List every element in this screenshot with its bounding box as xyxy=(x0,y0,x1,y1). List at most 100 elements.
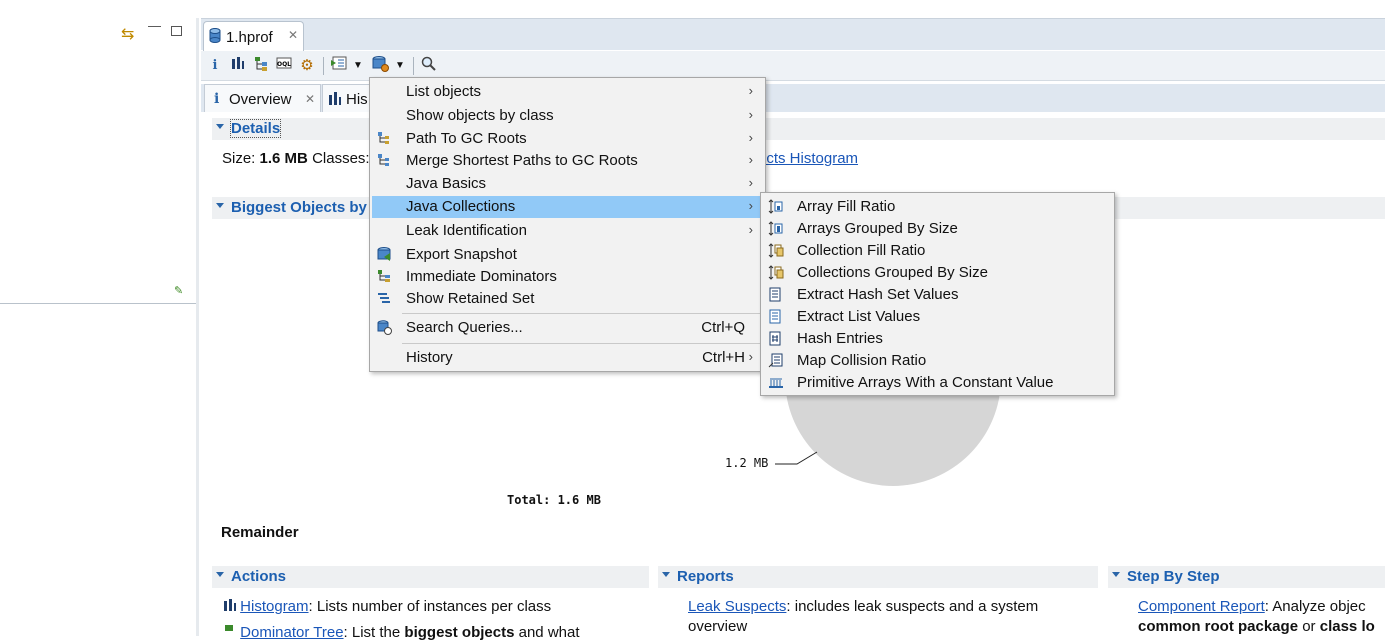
menu-item-label: Collections Grouped By Size xyxy=(797,264,988,281)
submenu-item-map-collision-ratio[interactable]: Map Collision Ratio xyxy=(763,350,1112,372)
reports-section-header[interactable]: Reports xyxy=(658,566,1098,588)
biggest-objects-title: Biggest Objects by xyxy=(231,199,367,216)
menu-item-label: Merge Shortest Paths to GC Roots xyxy=(406,152,638,169)
submenu-arrow-icon: › xyxy=(748,130,753,145)
menu-item-label: Export Snapshot xyxy=(406,246,517,263)
hash-entries-icon xyxy=(768,331,782,350)
submenu-item-array-fill-ratio[interactable]: Array Fill Ratio xyxy=(763,196,1112,218)
expand-arrow-icon xyxy=(1112,572,1120,577)
menu-item-leak-identification[interactable]: Leak Identification › xyxy=(372,220,763,242)
info-icon[interactable]: i xyxy=(209,56,221,76)
dominator-tree-icon[interactable] xyxy=(253,56,271,76)
menu-item-label: Java Collections xyxy=(406,198,516,215)
histogram-description: : Lists number of instances per class xyxy=(308,598,552,615)
menu-item-shortcut: Ctrl+Q xyxy=(701,319,745,336)
search-icon[interactable] xyxy=(419,56,439,76)
actions-section-header[interactable]: Actions xyxy=(212,566,649,588)
menu-item-label: Search Queries... xyxy=(406,319,523,336)
remainder-label: Remainder xyxy=(221,524,299,541)
retained-set-icon xyxy=(377,291,391,309)
panel-splitter[interactable] xyxy=(196,18,199,636)
size-label: Size: xyxy=(222,150,256,167)
dominator-tail: and what xyxy=(514,624,580,641)
menu-item-merge-shortest-paths[interactable]: Merge Shortest Paths to GC Roots › xyxy=(372,150,763,172)
editor-tab[interactable]: 1.hprof ✕ xyxy=(203,21,304,51)
close-icon[interactable]: ✕ xyxy=(305,92,315,106)
step-by-step-title: Step By Step xyxy=(1127,568,1220,585)
queries-icon[interactable] xyxy=(371,56,391,76)
menu-item-immediate-dominators[interactable]: Immediate Dominators xyxy=(372,266,763,288)
array-fill-icon xyxy=(768,199,784,218)
menu-item-java-basics[interactable]: Java Basics › xyxy=(372,173,763,195)
tab-overview[interactable]: i Overview ✕ xyxy=(204,84,321,112)
left-panel: ⇆ — ✎ xyxy=(0,18,199,636)
menu-item-label: Primitive Arrays With a Constant Value xyxy=(797,374,1054,391)
menu-item-label: Arrays Grouped By Size xyxy=(797,220,958,237)
menu-item-list-objects[interactable]: List objects › xyxy=(372,81,763,103)
component-mid: or xyxy=(1298,618,1320,635)
submenu-item-hash-entries[interactable]: Hash Entries xyxy=(763,328,1112,350)
close-icon[interactable]: ✕ xyxy=(288,28,298,42)
submenu-item-extract-list-values[interactable]: Extract List Values xyxy=(763,306,1112,328)
dominator-tree-icon xyxy=(224,624,236,641)
details-title: Details xyxy=(229,119,282,138)
menu-item-java-collections[interactable]: Java Collections › xyxy=(372,196,763,218)
histogram-icon[interactable] xyxy=(230,56,246,76)
menu-item-history[interactable]: History Ctrl+H › xyxy=(372,347,763,369)
list-icon xyxy=(768,309,782,328)
path-to-gc-icon xyxy=(377,131,391,149)
classes-label: Classes: xyxy=(312,150,370,167)
menu-item-label: Array Fill Ratio xyxy=(797,198,896,215)
filter-field-underline[interactable] xyxy=(0,303,199,304)
toolbar-separator xyxy=(413,57,414,75)
toolbar-separator xyxy=(323,57,324,75)
export-snapshot-icon xyxy=(377,247,392,266)
menu-item-shortcut: Ctrl+H xyxy=(702,349,745,366)
menu-item-search-queries[interactable]: Search Queries... Ctrl+Q xyxy=(372,317,763,339)
submenu-item-collection-fill-ratio[interactable]: Collection Fill Ratio xyxy=(763,240,1112,262)
menu-item-label: History xyxy=(406,349,453,366)
sync-arrows-icon[interactable]: ⇆ xyxy=(121,24,134,44)
array-group-icon xyxy=(768,221,784,240)
dropdown-icon[interactable]: ▼ xyxy=(394,56,406,76)
step-by-step-section-header[interactable]: Step By Step xyxy=(1108,566,1385,588)
merge-paths-icon xyxy=(377,153,391,171)
menu-item-path-to-gc-roots[interactable]: Path To GC Roots › xyxy=(372,128,763,150)
menu-item-export-snapshot[interactable]: Export Snapshot xyxy=(372,244,763,266)
minimize-button[interactable]: — xyxy=(148,19,161,33)
menu-item-show-retained-set[interactable]: Show Retained Set xyxy=(372,288,763,310)
maximize-button[interactable] xyxy=(171,26,182,36)
reports-title: Reports xyxy=(677,568,734,585)
menu-item-label: Collection Fill Ratio xyxy=(797,242,926,259)
suspects-histogram-link[interactable]: ects Histogram xyxy=(758,150,858,167)
submenu-arrow-icon: › xyxy=(748,152,753,167)
collection-group-icon xyxy=(768,265,784,284)
leak-suspects-link[interactable]: Leak Suspects xyxy=(688,598,786,615)
search-queries-icon xyxy=(377,320,393,340)
oql-icon[interactable]: OQL xyxy=(275,56,293,76)
actions-item-histogram: Histogram: Lists number of instances per… xyxy=(224,598,551,615)
info-icon: i xyxy=(214,91,220,107)
submenu-arrow-icon: › xyxy=(748,107,753,122)
submenu-item-collections-grouped-by-size[interactable]: Collections Grouped By Size xyxy=(763,262,1112,284)
histogram-icon xyxy=(329,92,341,109)
actions-item-dominator: Dominator Tree: List the biggest objects… xyxy=(224,624,580,641)
tab-overview-label: Overview xyxy=(229,91,292,108)
menu-separator xyxy=(402,343,763,344)
menu-item-show-objects-by-class[interactable]: Show objects by class › xyxy=(372,105,763,127)
pin-icon[interactable]: ✎ xyxy=(174,284,183,297)
dominator-tree-link[interactable]: Dominator Tree xyxy=(240,624,343,641)
histogram-link[interactable]: Histogram xyxy=(240,598,308,615)
report-icon[interactable] xyxy=(329,56,349,76)
submenu-item-extract-hash-set-values[interactable]: Extract Hash Set Values xyxy=(763,284,1112,306)
dropdown-icon[interactable]: ▼ xyxy=(352,56,364,76)
component-bold-2: class lo xyxy=(1319,618,1375,635)
queries-popup-menu: List objects › Show objects by class › P… xyxy=(369,77,766,372)
component-report-link[interactable]: Component Report xyxy=(1138,598,1265,615)
map-collision-icon xyxy=(768,353,783,372)
svg-text:OQL: OQL xyxy=(277,61,291,68)
query-browser-icon[interactable]: ⚙ xyxy=(298,56,316,76)
submenu-item-arrays-grouped-by-size[interactable]: Arrays Grouped By Size xyxy=(763,218,1112,240)
dominator-bold: biggest objects xyxy=(404,624,515,641)
submenu-item-primitive-arrays-constant[interactable]: Primitive Arrays With a Constant Value xyxy=(763,372,1112,394)
